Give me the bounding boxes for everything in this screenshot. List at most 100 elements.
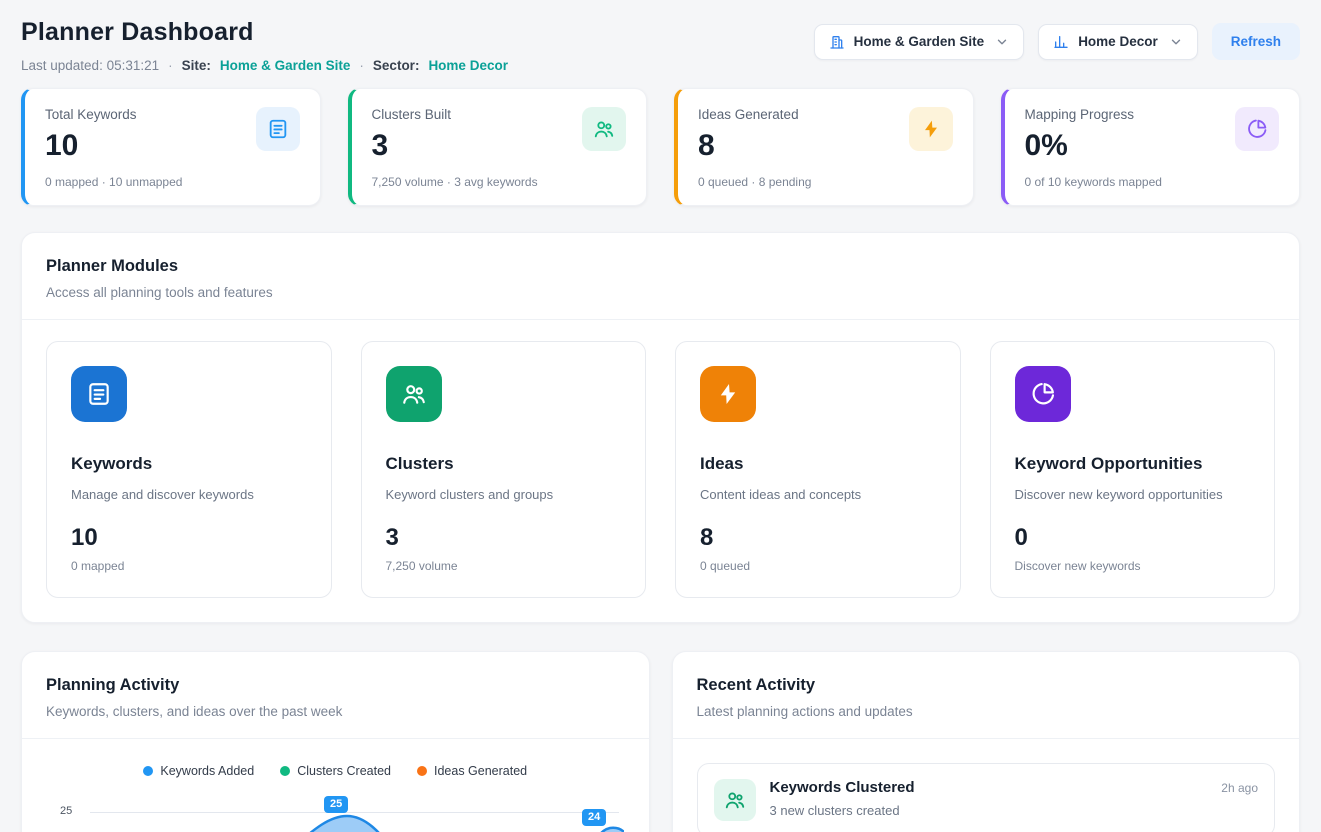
module-card-keyword-opportunities[interactable]: Keyword Opportunities Discover new keywo…: [990, 341, 1276, 598]
users-icon: [582, 107, 626, 151]
module-card-ideas[interactable]: Ideas Content ideas and concepts 8 0 que…: [675, 341, 961, 598]
legend-label: Clusters Created: [297, 764, 391, 778]
pie-chart-icon: [1015, 366, 1071, 422]
module-card-clusters[interactable]: Clusters Keyword clusters and groups 3 7…: [361, 341, 647, 598]
pie-chart-icon: [1235, 107, 1279, 151]
planning-activity-subtitle: Keywords, clusters, and ideas over the p…: [46, 704, 625, 719]
bar-chart-icon: [1053, 34, 1069, 50]
site-selector-label: Home & Garden Site: [854, 34, 985, 49]
site-link[interactable]: Home & Garden Site: [220, 58, 351, 73]
planner-dashboard-page: Planner Dashboard Last updated: 05:31:21…: [0, 0, 1321, 832]
document-list-icon: [256, 107, 300, 151]
recent-activity-subtitle: Latest planning actions and updates: [697, 704, 1276, 719]
planner-modules-panel: Planner Modules Access all planning tool…: [21, 232, 1300, 623]
module-description: Keyword clusters and groups: [386, 487, 622, 502]
module-description: Content ideas and concepts: [700, 487, 936, 502]
module-value: 0: [1015, 524, 1251, 552]
module-description: Discover new keyword opportunities: [1015, 487, 1251, 502]
module-value: 8: [700, 524, 936, 552]
recent-activity-panel: Recent Activity Latest planning actions …: [672, 651, 1301, 832]
last-updated-text: Last updated: 05:31:21: [21, 58, 159, 73]
stat-card-clusters-built: Clusters Built 3 7,250 volume · 3 avg ke…: [348, 88, 648, 206]
legend-item-clusters-created: Clusters Created: [280, 764, 391, 778]
legend-dot-blue: [143, 766, 153, 776]
planning-activity-panel: Planning Activity Keywords, clusters, an…: [21, 651, 650, 832]
data-point-label: 24: [582, 809, 606, 826]
page-title: Planner Dashboard: [21, 18, 508, 47]
module-value: 3: [386, 524, 622, 552]
modules-subtitle: Access all planning tools and features: [46, 285, 1275, 300]
module-value: 10: [71, 524, 307, 552]
meta-separator: ·: [168, 58, 173, 73]
divider: [22, 319, 1299, 320]
building-icon: [829, 34, 845, 50]
chart-legend: Keywords Added Clusters Created Ideas Ge…: [46, 764, 625, 778]
modules-title: Planner Modules: [46, 257, 1275, 276]
stat-detail: 0 mapped · 10 unmapped: [45, 175, 300, 189]
stat-label: Total Keywords: [45, 107, 137, 122]
site-selector-dropdown[interactable]: Home & Garden Site: [814, 24, 1025, 60]
module-detail: Discover new keywords: [1015, 559, 1251, 573]
activity-area-chart: 25 25 24: [46, 790, 625, 832]
module-title: Ideas: [700, 454, 936, 474]
module-detail: 0 mapped: [71, 559, 307, 573]
header: Planner Dashboard Last updated: 05:31:21…: [21, 18, 1300, 73]
legend-label: Keywords Added: [160, 764, 254, 778]
stat-card-ideas-generated: Ideas Generated 8 0 queued · 8 pending: [674, 88, 974, 206]
module-title: Keywords: [71, 454, 307, 474]
recent-activity-title: Recent Activity: [697, 676, 1276, 695]
divider: [22, 738, 649, 739]
divider: [673, 738, 1300, 739]
sector-label: Sector:: [373, 58, 420, 73]
keywords-added-area-series: [90, 790, 624, 832]
header-meta: Last updated: 05:31:21 · Site: Home & Ga…: [21, 58, 508, 73]
activity-description: 3 new clusters created: [770, 803, 1259, 818]
data-point-label: 25: [324, 796, 348, 813]
legend-dot-orange: [417, 766, 427, 776]
stat-card-mapping-progress: Mapping Progress 0% 0 of 10 keywords map…: [1001, 88, 1301, 206]
stat-detail: 0 queued · 8 pending: [698, 175, 953, 189]
module-detail: 7,250 volume: [386, 559, 622, 573]
module-detail: 0 queued: [700, 559, 936, 573]
stat-label: Mapping Progress: [1025, 107, 1135, 122]
stat-card-total-keywords: Total Keywords 10 0 mapped · 10 unmapped: [21, 88, 321, 206]
legend-dot-green: [280, 766, 290, 776]
module-description: Manage and discover keywords: [71, 487, 307, 502]
site-label: Site:: [182, 58, 211, 73]
stat-value: 10: [45, 129, 137, 163]
legend-item-keywords-added: Keywords Added: [143, 764, 254, 778]
module-title: Clusters: [386, 454, 622, 474]
stat-value: 3: [372, 129, 452, 163]
stat-value: 8: [698, 129, 799, 163]
chevron-down-icon: [995, 35, 1009, 49]
refresh-button[interactable]: Refresh: [1212, 23, 1300, 60]
stats-row: Total Keywords 10 0 mapped · 10 unmapped…: [21, 88, 1300, 206]
sector-selector-label: Home Decor: [1078, 34, 1158, 49]
header-controls: Home & Garden Site Home Decor Refresh: [814, 23, 1300, 60]
legend-item-ideas-generated: Ideas Generated: [417, 764, 527, 778]
module-card-keywords[interactable]: Keywords Manage and discover keywords 10…: [46, 341, 332, 598]
stat-value: 0%: [1025, 129, 1135, 163]
bottom-row: Planning Activity Keywords, clusters, an…: [21, 651, 1300, 832]
meta-separator: ·: [359, 58, 364, 73]
lightning-icon: [909, 107, 953, 151]
planning-activity-title: Planning Activity: [46, 676, 625, 695]
header-left: Planner Dashboard Last updated: 05:31:21…: [21, 18, 508, 73]
activity-item-keywords-clustered[interactable]: Keywords Clustered 2h ago 3 new clusters…: [697, 763, 1276, 832]
module-title: Keyword Opportunities: [1015, 454, 1251, 474]
users-icon: [714, 779, 756, 821]
chevron-down-icon: [1169, 35, 1183, 49]
activity-title: Keywords Clustered: [770, 779, 915, 796]
sector-selector-dropdown[interactable]: Home Decor: [1038, 24, 1198, 60]
legend-label: Ideas Generated: [434, 764, 527, 778]
activity-timestamp: 2h ago: [1221, 781, 1258, 795]
document-list-icon: [71, 366, 127, 422]
lightning-icon: [700, 366, 756, 422]
stat-detail: 7,250 volume · 3 avg keywords: [372, 175, 627, 189]
sector-link[interactable]: Home Decor: [428, 58, 508, 73]
activity-body: Keywords Clustered 2h ago 3 new clusters…: [770, 779, 1259, 818]
stat-detail: 0 of 10 keywords mapped: [1025, 175, 1280, 189]
module-grid: Keywords Manage and discover keywords 10…: [46, 341, 1275, 598]
users-icon: [386, 366, 442, 422]
stat-label: Clusters Built: [372, 107, 452, 122]
